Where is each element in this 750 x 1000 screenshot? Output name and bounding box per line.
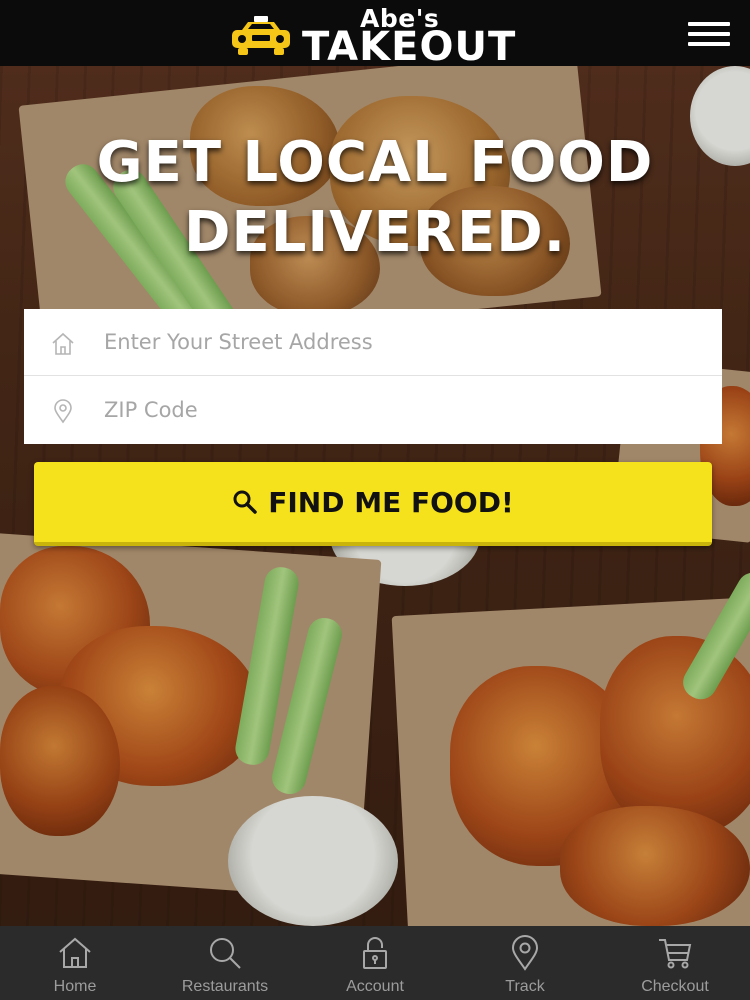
cart-icon — [659, 939, 692, 969]
zip-code-input[interactable] — [104, 376, 704, 444]
brand-name-main: TAKEOUT — [302, 24, 517, 70]
headline-line-1: GET LOCAL FOOD — [96, 130, 654, 195]
taxi-logo-icon — [232, 16, 290, 55]
lock-icon — [363, 937, 387, 969]
tab-checkout-label: Checkout — [641, 978, 709, 995]
tab-checkout[interactable]: Checkout — [600, 926, 750, 1000]
tab-restaurants[interactable]: Restaurants — [150, 926, 300, 1000]
tab-restaurants-label: Restaurants — [181, 978, 269, 995]
tab-home[interactable]: Home — [0, 926, 150, 1000]
home-icon — [52, 332, 74, 355]
map-pin-icon — [511, 935, 539, 971]
street-address-input[interactable] — [104, 309, 704, 375]
find-food-button[interactable]: FIND ME FOOD! — [34, 462, 712, 546]
search-icon — [233, 490, 258, 514]
zip-field-row — [24, 376, 722, 444]
brand-logo[interactable]: Abe's TAKEOUT — [228, 4, 518, 70]
search-icon — [210, 938, 241, 969]
tab-account[interactable]: Account — [300, 926, 450, 1000]
map-pin-icon — [54, 399, 72, 424]
tab-account-label: Account — [346, 978, 404, 995]
find-food-button-label: FIND ME FOOD! — [268, 485, 514, 519]
bottom-tab-bar: Home Restaurants Account Track Checkout — [0, 926, 750, 1000]
hamburger-menu-icon[interactable] — [684, 18, 734, 50]
headline-line-2: DELIVERED. — [184, 200, 566, 265]
tab-home-label: Home — [53, 978, 97, 995]
address-form — [24, 309, 722, 444]
app-header: Abe's TAKEOUT — [0, 0, 750, 70]
tab-track-label: Track — [505, 978, 545, 995]
hero-headline: GET LOCAL FOOD DELIVERED. — [0, 128, 750, 268]
tab-track[interactable]: Track — [450, 926, 600, 1000]
home-icon — [59, 937, 91, 968]
address-field-row — [24, 309, 722, 376]
